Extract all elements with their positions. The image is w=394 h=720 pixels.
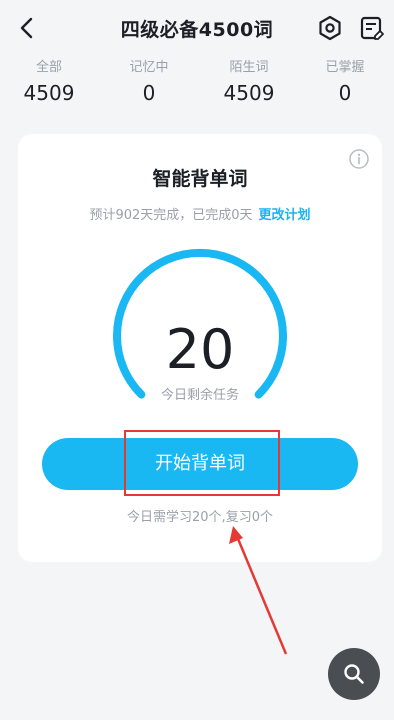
search-button[interactable] [328,648,380,700]
settings-icon[interactable] [316,14,344,42]
today-task-note: 今日需学习20个,复习0个 [127,510,273,525]
card-title: 智能背单词 [152,168,248,190]
plan-progress-text: 预计902天完成，已完成0天 [89,208,253,223]
remaining-count: 20 [165,318,235,381]
smart-memorize-card: 智能背单词 预计902天完成，已完成0天 更改计划 20 今日剩余任务 开始背单词… [18,134,382,562]
stat-label: 陌生词 [229,60,269,75]
top-bar: 四级必备4500词 [0,0,394,56]
back-arrow-icon[interactable] [14,14,42,42]
stat-mastered[interactable]: 已掌握 0 [296,58,394,108]
page-title: 四级必备4500词 [120,18,274,41]
remaining-label: 今日剩余任务 [160,388,239,403]
start-memorize-button[interactable]: 开始背单词 [42,438,358,490]
stat-value: 4509 [23,81,75,105]
stat-all[interactable]: 全部 4509 [0,58,98,108]
word-stats: 全部 4509 记忆中 0 陌生词 4509 已掌握 0 [0,58,394,114]
change-plan-link[interactable]: 更改计划 [259,208,311,223]
stat-value: 4509 [223,81,275,105]
stat-unfamiliar[interactable]: 陌生词 4509 [200,58,298,108]
stat-value: 0 [142,81,156,105]
stat-label: 记忆中 [129,60,169,75]
search-icon [344,664,364,684]
plan-summary: 预计902天完成，已完成0天 更改计划 [18,204,382,223]
stat-label: 已掌握 [325,60,365,75]
word-plan-icon[interactable] [358,14,386,42]
stat-value: 0 [338,81,352,105]
stat-label: 全部 [35,60,62,75]
stat-memorizing[interactable]: 记忆中 0 [100,58,198,108]
